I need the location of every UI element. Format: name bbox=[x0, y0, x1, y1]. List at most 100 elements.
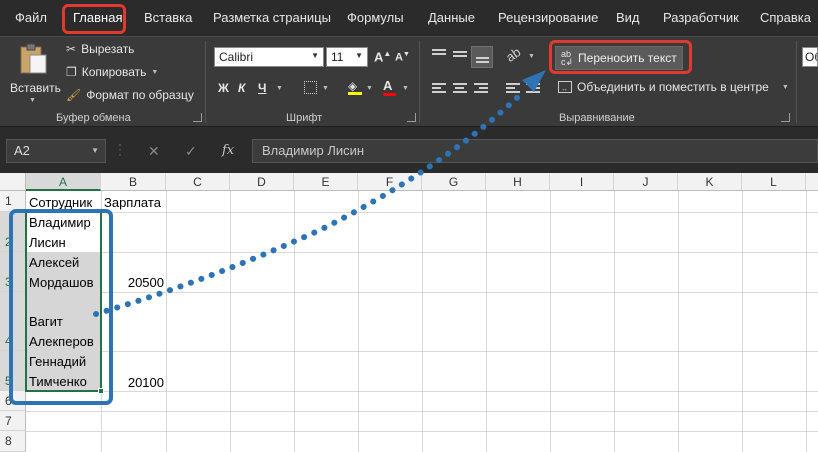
divider bbox=[205, 41, 206, 123]
cancel-icon[interactable]: ✕ bbox=[148, 143, 160, 160]
name-box-value: A2 bbox=[14, 143, 30, 158]
decrease-indent-icon[interactable] bbox=[506, 83, 520, 95]
clipboard-icon bbox=[20, 43, 47, 74]
font-name-select[interactable]: Calibri ▼ bbox=[214, 47, 324, 67]
row-header-8[interactable]: 8 bbox=[0, 431, 26, 452]
format-painter-button[interactable]: 🖌 Формат по образцу bbox=[66, 88, 194, 102]
font-color-button[interactable]: А bbox=[383, 78, 396, 96]
clipboard-launcher-icon[interactable] bbox=[193, 113, 202, 122]
tab-help[interactable]: Справка bbox=[760, 10, 811, 25]
gridline bbox=[26, 212, 818, 213]
column-header-h[interactable]: H bbox=[486, 173, 550, 191]
gridline bbox=[422, 191, 423, 452]
increase-indent-icon[interactable] bbox=[526, 83, 540, 95]
copy-icon: ❐ bbox=[66, 65, 77, 79]
column-header-j[interactable]: J bbox=[614, 173, 678, 191]
bold-button[interactable]: Ж bbox=[218, 81, 229, 95]
cell-b1[interactable]: Зарплата bbox=[104, 195, 161, 210]
merge-center-button[interactable]: ↔ Объединить и поместить в центре ▼ bbox=[558, 80, 789, 94]
gridline bbox=[26, 391, 818, 392]
column-header-c[interactable]: C bbox=[166, 173, 230, 191]
tab-page-layout[interactable]: Разметка страницы bbox=[213, 10, 331, 25]
orientation-icon[interactable]: ab bbox=[503, 44, 523, 65]
column-header-k[interactable]: K bbox=[678, 173, 742, 191]
gridline bbox=[230, 191, 231, 452]
chevron-down-icon: ▼ bbox=[781, 83, 789, 91]
copy-button[interactable]: ❐ Копировать ▼ bbox=[66, 65, 158, 79]
align-right-icon[interactable] bbox=[474, 83, 488, 95]
font-size-select[interactable]: 11 ▼ bbox=[326, 47, 368, 67]
gridline bbox=[550, 191, 551, 452]
column-header-l[interactable]: L bbox=[742, 173, 806, 191]
chevron-down-icon: ▼ bbox=[355, 51, 363, 60]
chevron-down-icon: ▼ bbox=[366, 85, 373, 92]
gridline bbox=[614, 191, 615, 452]
chevron-down-icon: ▼ bbox=[322, 85, 329, 92]
select-all-button[interactable] bbox=[0, 173, 26, 191]
gridline bbox=[806, 191, 807, 452]
formula-bar: A2 ▼ · · · ✕ ✓ fx Владимир Лисин bbox=[0, 127, 818, 173]
gridline bbox=[26, 351, 818, 352]
tab-file[interactable]: Файл bbox=[15, 10, 47, 25]
chevron-down-icon: ▼ bbox=[151, 68, 159, 76]
tab-insert[interactable]: Вставка bbox=[144, 10, 192, 25]
align-left-icon[interactable] bbox=[432, 83, 446, 95]
row-header-7[interactable]: 7 bbox=[0, 411, 26, 431]
spreadsheet-grid[interactable]: A B C D E F G H I J K L 1 2 3 4 5 6 7 8 … bbox=[0, 173, 818, 452]
column-header-f[interactable]: F bbox=[358, 173, 422, 191]
column-header-a[interactable]: A bbox=[26, 173, 101, 191]
chevron-down-icon: ▼ bbox=[402, 85, 409, 92]
gridline bbox=[26, 252, 818, 253]
wrap-text-highlight bbox=[549, 40, 692, 74]
gridline bbox=[294, 191, 295, 452]
cell-b5[interactable]: 20100 bbox=[104, 375, 164, 390]
fill-color-icon[interactable]: ◈ bbox=[348, 79, 362, 95]
increase-font-icon[interactable]: A▲ bbox=[374, 49, 391, 64]
italic-button[interactable]: К bbox=[238, 81, 245, 95]
name-box[interactable]: A2 ▼ bbox=[6, 139, 106, 163]
tab-formulas[interactable]: Формулы bbox=[347, 10, 404, 25]
paste-button[interactable]: Вставить ▼ bbox=[6, 41, 61, 104]
insert-function-button[interactable]: fx bbox=[222, 143, 234, 158]
tab-view[interactable]: Вид bbox=[616, 10, 640, 25]
align-bottom-icon[interactable] bbox=[471, 46, 493, 68]
gridline bbox=[486, 191, 487, 452]
cut-button[interactable]: ✂ Вырезать bbox=[66, 42, 134, 56]
column-header-i[interactable]: I bbox=[550, 173, 614, 191]
font-name-value: Calibri bbox=[219, 50, 254, 64]
column-header-g[interactable]: G bbox=[422, 173, 486, 191]
cell-b3[interactable]: 20500 bbox=[104, 275, 164, 290]
column-header-m[interactable] bbox=[806, 173, 818, 191]
number-format-value: Об bbox=[805, 50, 817, 64]
clipboard-group-label: Буфер обмена bbox=[56, 112, 131, 124]
column-header-d[interactable]: D bbox=[230, 173, 294, 191]
align-center-icon[interactable] bbox=[453, 83, 467, 95]
alignment-group-label: Выравнивание bbox=[559, 112, 635, 124]
brush-icon: 🖌 bbox=[66, 88, 82, 102]
align-top-icon[interactable] bbox=[432, 49, 446, 61]
cell-a1[interactable]: Сотрудник bbox=[29, 195, 92, 210]
align-middle-icon[interactable] bbox=[453, 51, 467, 63]
formula-value: Владимир Лисин bbox=[262, 143, 365, 158]
column-header-b[interactable]: B bbox=[101, 173, 166, 191]
tab-review[interactable]: Рецензирование bbox=[498, 10, 598, 25]
borders-icon[interactable] bbox=[304, 81, 317, 94]
chevron-down-icon: ▼ bbox=[91, 146, 99, 155]
decrease-font-icon[interactable]: A▼ bbox=[395, 51, 410, 64]
tab-data[interactable]: Данные bbox=[428, 10, 475, 25]
column-a-highlight bbox=[9, 209, 113, 405]
tab-developer[interactable]: Разработчик bbox=[663, 10, 739, 25]
formula-input[interactable]: Владимир Лисин bbox=[252, 139, 818, 163]
divider bbox=[419, 41, 420, 123]
font-launcher-icon[interactable] bbox=[407, 113, 416, 122]
confirm-icon[interactable]: ✓ bbox=[185, 143, 197, 160]
divider bbox=[796, 41, 797, 123]
chevron-down-icon: ▼ bbox=[29, 97, 36, 104]
chevron-down-icon: ▼ bbox=[276, 85, 283, 92]
gridline bbox=[358, 191, 359, 452]
gridline bbox=[26, 292, 818, 293]
column-header-e[interactable]: E bbox=[294, 173, 358, 191]
underline-button[interactable]: Ч bbox=[258, 81, 266, 95]
alignment-launcher-icon[interactable] bbox=[781, 113, 790, 122]
number-format-select[interactable]: Об bbox=[802, 47, 818, 67]
